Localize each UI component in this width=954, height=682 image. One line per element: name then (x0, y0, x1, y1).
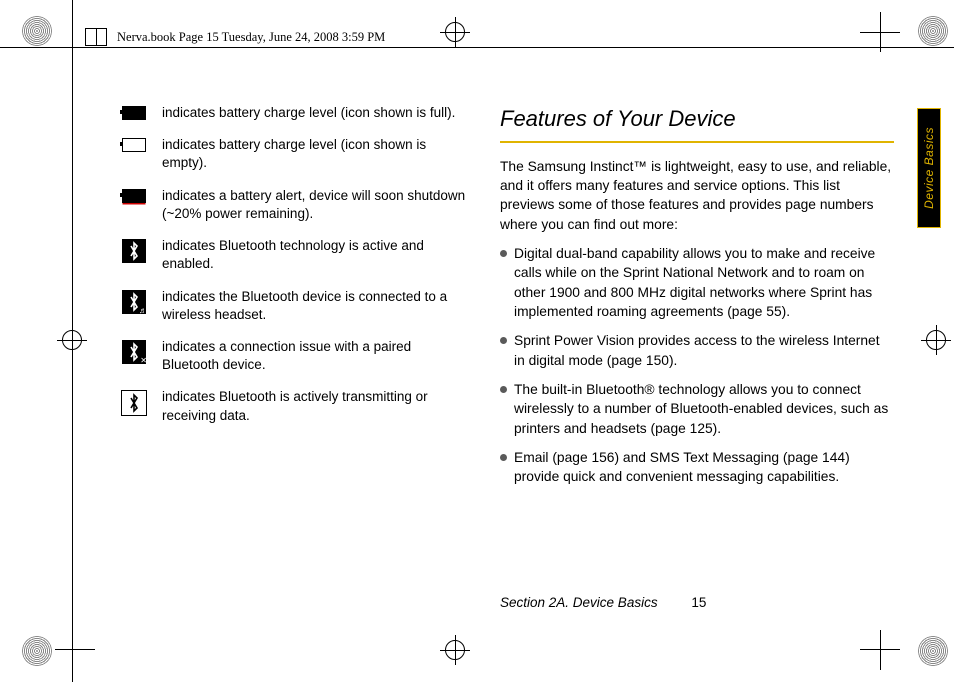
page-content: indicates battery charge level (icon sho… (120, 104, 894, 612)
registration-radial-icon (918, 636, 948, 666)
bluetooth-headset-icon: ♬ (122, 290, 146, 314)
bluetooth-data-icon (121, 390, 147, 416)
side-tab: Device Basics (917, 108, 941, 228)
registration-radial-icon (22, 636, 52, 666)
crop-mark (880, 12, 881, 52)
page-footer: Section 2A. Device Basics 15 (500, 595, 706, 610)
crop-mark (55, 649, 95, 650)
registration-target-icon (926, 330, 946, 350)
feature-bullet: Sprint Power Vision provides access to t… (500, 331, 894, 370)
icon-definition: indicates battery charge level (icon sho… (120, 136, 470, 172)
icon-definition: indicates a battery alert, device will s… (120, 187, 470, 223)
icon-definitions-column: indicates battery charge level (icon sho… (120, 104, 470, 612)
section-label: Section 2A. Device Basics (500, 595, 658, 610)
feature-bullet: Email (page 156) and SMS Text Messaging … (500, 448, 894, 487)
icon-definition: ✕ indicates a connection issue with a pa… (120, 338, 470, 374)
crop-mark (880, 630, 881, 670)
icon-definition: indicates Bluetooth technology is active… (120, 237, 470, 273)
registration-target-icon (445, 22, 465, 42)
intro-paragraph: The Samsung Instinct™ is lightweight, ea… (500, 157, 894, 234)
icon-description: indicates a connection issue with a pair… (162, 338, 470, 374)
icon-definition: indicates Bluetooth is actively transmit… (120, 388, 470, 424)
registration-radial-icon (918, 16, 948, 46)
bluetooth-issue-icon: ✕ (122, 340, 146, 364)
icon-definition: ♬ indicates the Bluetooth device is conn… (120, 288, 470, 324)
features-column: Features of Your Device The Samsung Inst… (500, 104, 894, 612)
feature-bullet: The built-in Bluetooth® technology allow… (500, 380, 894, 438)
registration-target-icon (62, 330, 82, 350)
battery-alert-icon (122, 189, 146, 203)
feature-bullets: Digital dual-band capability allows you … (500, 244, 894, 486)
battery-full-icon (122, 106, 146, 120)
crop-line (0, 47, 954, 48)
icon-description: indicates Bluetooth technology is active… (162, 237, 470, 273)
icon-definition: indicates battery charge level (icon sho… (120, 104, 470, 122)
section-title: Features of Your Device (500, 104, 894, 135)
side-tab-label: Device Basics (922, 127, 936, 209)
bluetooth-enabled-icon (122, 239, 146, 263)
icon-description: indicates battery charge level (icon sho… (162, 104, 470, 122)
crop-mark (72, 630, 73, 670)
battery-empty-icon (122, 138, 146, 152)
feature-bullet: Digital dual-band capability allows you … (500, 244, 894, 321)
icon-description: indicates Bluetooth is actively transmit… (162, 388, 470, 424)
icon-description: indicates the Bluetooth device is connec… (162, 288, 470, 324)
icon-description: indicates a battery alert, device will s… (162, 187, 470, 223)
framemaker-text: Nerva.book Page 15 Tuesday, June 24, 200… (117, 30, 385, 45)
icon-description: indicates battery charge level (icon sho… (162, 136, 470, 172)
page-number: 15 (691, 595, 706, 610)
registration-target-icon (445, 640, 465, 660)
book-icon (85, 28, 107, 46)
registration-radial-icon (22, 16, 52, 46)
title-underline (500, 141, 894, 143)
framemaker-header: Nerva.book Page 15 Tuesday, June 24, 200… (85, 28, 385, 46)
